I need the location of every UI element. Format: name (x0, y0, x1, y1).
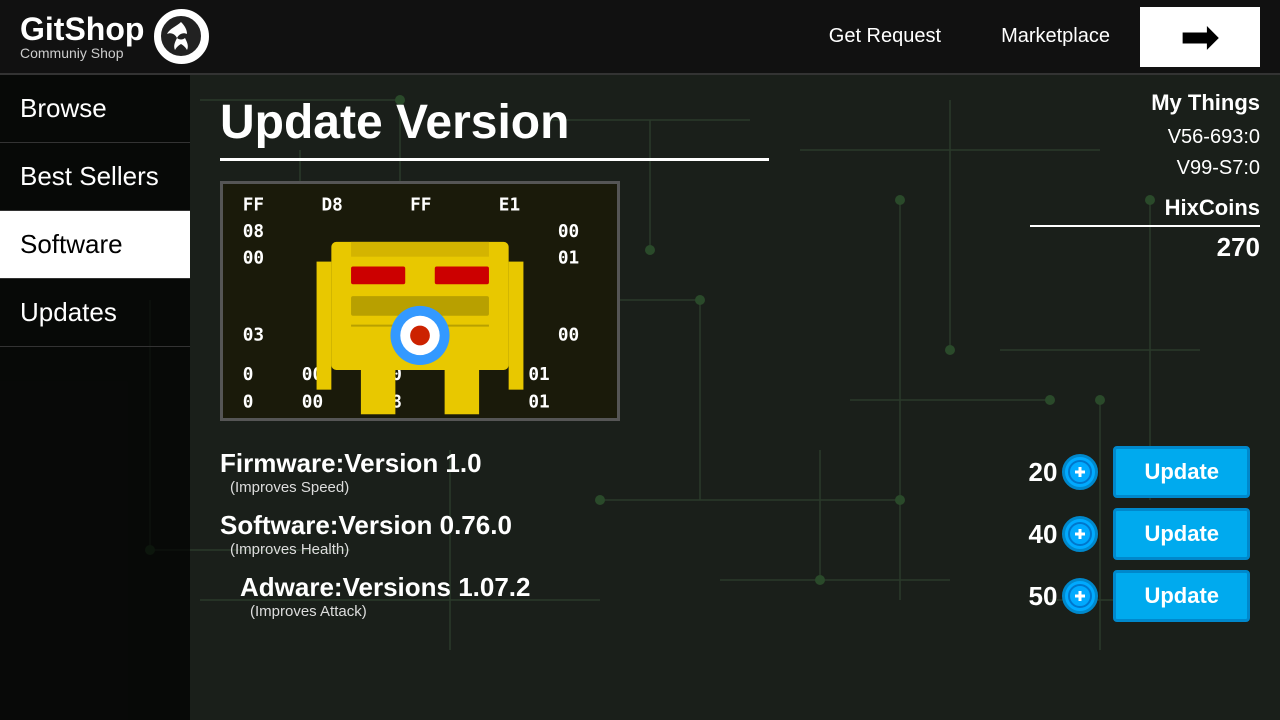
hixcoins-value: 270 (1030, 232, 1260, 263)
svg-text:01: 01 (558, 249, 579, 269)
forward-button[interactable]: ➡ (1140, 7, 1260, 67)
sidebar: Browse Best Sellers Software Updates (0, 75, 190, 720)
get-request-link[interactable]: Get Request (829, 25, 941, 48)
software-desc: (Improves Health) (230, 541, 1014, 558)
v56-value: 0 (1249, 126, 1260, 148)
robot-display: FF D8 FF E1 08 00 00 01 03 00 0 00 A0 01… (220, 181, 620, 421)
logo-text: GitShop Communiy Shop (20, 13, 144, 61)
hix-coin-icon-2 (1062, 516, 1098, 552)
firmware-name: Firmware:Version 1.0 (220, 448, 1014, 479)
svg-text:0: 0 (243, 365, 254, 385)
logo-area: GitShop Communiy Shop (20, 9, 209, 64)
firmware-price: 20 (1029, 454, 1099, 490)
firmware-update-button[interactable]: Update (1113, 446, 1250, 498)
adware-desc: (Improves Attack) (230, 603, 1014, 620)
firmware-price-value: 20 (1029, 457, 1058, 488)
sidebar-item-best-sellers[interactable]: Best Sellers (0, 143, 190, 211)
svg-text:00: 00 (243, 249, 264, 269)
software-name: Software:Version 0.76.0 (220, 510, 1014, 541)
software-price-value: 40 (1029, 519, 1058, 550)
logo-subtitle: Communiy Shop (20, 45, 144, 61)
firmware-desc: (Improves Speed) (230, 479, 1014, 496)
firmware-info: Firmware:Version 1.0 (Improves Speed) (220, 448, 1014, 496)
adware-name: Adware:Versions 1.07.2 (220, 572, 1014, 603)
arrow-icon: ➡ (1180, 9, 1220, 65)
update-item-adware: Adware:Versions 1.07.2 (Improves Attack)… (220, 570, 1250, 622)
software-price: 40 (1029, 516, 1099, 552)
software-update-button[interactable]: Update (1113, 508, 1250, 560)
svg-text:FF: FF (410, 195, 431, 215)
v56-label: V56-693: (1168, 126, 1249, 148)
update-list: Firmware:Version 1.0 (Improves Speed) 20… (220, 446, 1250, 622)
svg-text:0: 0 (243, 392, 254, 412)
adware-price-value: 50 (1029, 581, 1058, 612)
svg-text:00: 00 (558, 325, 579, 345)
software-info: Software:Version 0.76.0 (Improves Health… (220, 510, 1014, 558)
adware-update-button[interactable]: Update (1113, 570, 1250, 622)
marketplace-link[interactable]: Marketplace (1001, 25, 1110, 48)
v56-item: V56-693:0 (1030, 126, 1260, 149)
v99-item: V99-S7:0 (1030, 157, 1260, 180)
hixcoins-label: HixCoins (1030, 195, 1260, 227)
v99-label: V99-S7: (1177, 157, 1249, 179)
nav-links: Get Request Marketplace (829, 25, 1110, 48)
svg-text:01: 01 (528, 392, 549, 412)
svg-text:01: 01 (528, 365, 549, 385)
hix-coin-icon-1 (1062, 454, 1098, 490)
sidebar-item-software[interactable]: Software (0, 211, 190, 279)
svg-text:00: 00 (558, 222, 579, 242)
svg-text:03: 03 (243, 325, 264, 345)
svg-text:00: 00 (302, 392, 323, 412)
logo-icon (154, 9, 209, 64)
logo-title: GitShop (20, 13, 144, 45)
sidebar-item-browse[interactable]: Browse (0, 75, 190, 143)
svg-text:08: 08 (243, 222, 264, 242)
adware-info: Adware:Versions 1.07.2 (Improves Attack) (220, 572, 1014, 620)
header: GitShop Communiy Shop Get Request Market… (0, 0, 1280, 75)
update-item-software: Software:Version 0.76.0 (Improves Health… (220, 508, 1250, 560)
my-things-title: My Things (1030, 90, 1260, 116)
update-item-firmware: Firmware:Version 1.0 (Improves Speed) 20… (220, 446, 1250, 498)
hix-coin-icon-3 (1062, 578, 1098, 614)
right-panel: My Things V56-693:0 V99-S7:0 HixCoins 27… (1010, 75, 1280, 278)
svg-text:FF: FF (243, 195, 264, 215)
svg-text:D8: D8 (322, 195, 343, 215)
adware-price: 50 (1029, 578, 1099, 614)
v99-value: 0 (1249, 157, 1260, 179)
svg-text:E1: E1 (499, 195, 520, 215)
sidebar-item-updates[interactable]: Updates (0, 279, 190, 347)
page-title: Update Version (220, 95, 769, 161)
